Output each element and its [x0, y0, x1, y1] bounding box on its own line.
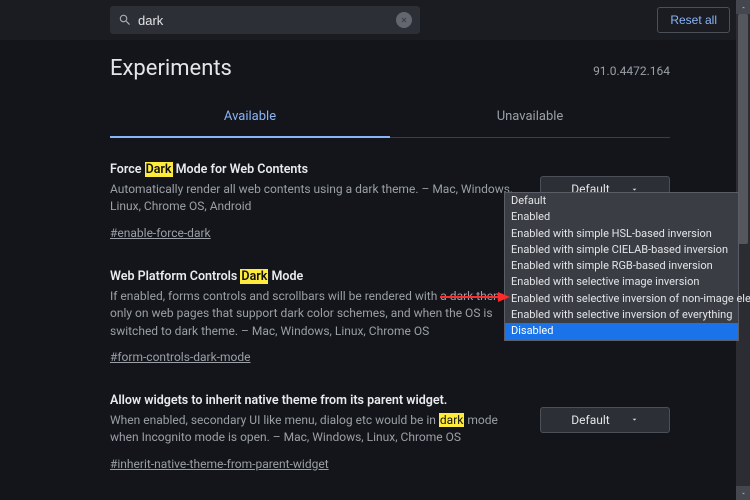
reset-all-button[interactable]: Reset all: [657, 7, 730, 33]
close-icon: [400, 16, 408, 24]
search-field[interactable]: [110, 6, 420, 34]
experiment-description: Automatically render all web contents us…: [110, 181, 520, 216]
experiment-anchor[interactable]: #enable-force-dark: [110, 226, 211, 240]
dropdown-option[interactable]: Enabled with selective image inversion: [505, 274, 738, 290]
dropdown-option[interactable]: Enabled with simple RGB-based inversion: [505, 258, 738, 274]
experiment-description: If enabled, forms controls and scrollbar…: [110, 288, 520, 340]
clear-search-button[interactable]: [396, 12, 412, 28]
scrollbar-thumb[interactable]: [738, 14, 748, 244]
experiment-title: Allow widgets to inherit native theme fr…: [110, 393, 520, 408]
tab-available[interactable]: Available: [110, 97, 390, 138]
experiment-anchor[interactable]: #form-controls-dark-mode: [110, 350, 250, 364]
search-icon: [118, 13, 132, 27]
dropdown-option[interactable]: Enabled with selective inversion of ever…: [505, 307, 738, 323]
dropdown-option[interactable]: Enabled with simple HSL-based inversion: [505, 226, 738, 242]
experiment-description: When enabled, secondary UI like menu, di…: [110, 412, 520, 447]
experiment-title: Force Dark Mode for Web Contents: [110, 162, 520, 177]
select-value: Default: [571, 413, 609, 427]
dropdown-option[interactable]: Enabled: [505, 209, 738, 225]
select-dropdown[interactable]: DefaultEnabledEnabled with simple HSL-ba…: [504, 192, 739, 341]
version-label: 91.0.4472.164: [593, 64, 670, 78]
dropdown-option[interactable]: Enabled with simple CIELAB-based inversi…: [505, 242, 738, 258]
search-input[interactable]: [138, 13, 390, 28]
dropdown-option[interactable]: Enabled with selective inversion of non-…: [505, 291, 738, 307]
dropdown-option[interactable]: Default: [505, 193, 738, 209]
tab-unavailable[interactable]: Unavailable: [390, 97, 670, 138]
scroll-up-button[interactable]: [736, 0, 750, 14]
experiment-anchor[interactable]: #inherit-native-theme-from-parent-widget: [110, 457, 329, 471]
chevron-down-icon: [630, 415, 639, 424]
dropdown-option[interactable]: Disabled: [505, 323, 738, 339]
page-title: Experiments: [110, 56, 593, 81]
experiment-select[interactable]: Default: [540, 407, 670, 433]
experiment-title: Web Platform Controls Dark Mode: [110, 269, 520, 284]
scroll-down-button[interactable]: [736, 486, 750, 500]
experiment-row: Allow widgets to inherit native theme fr…: [110, 393, 670, 472]
